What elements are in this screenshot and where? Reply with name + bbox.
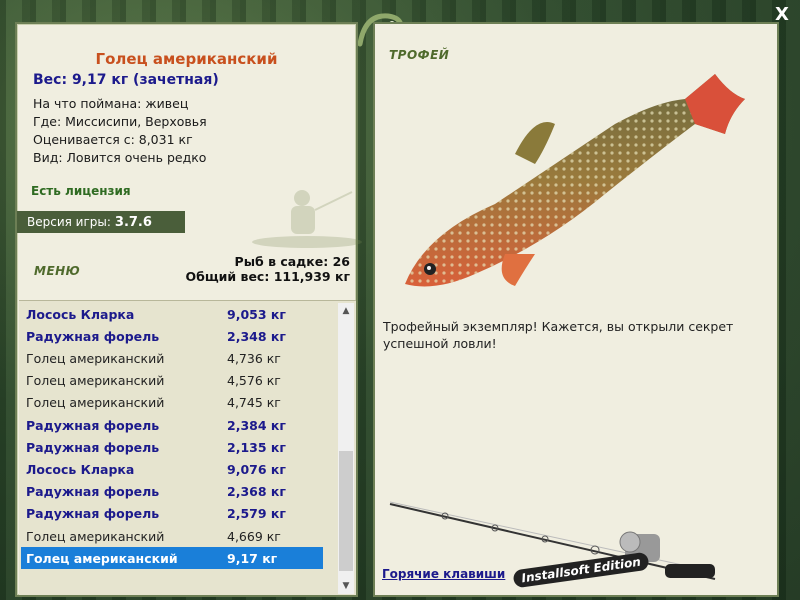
row-fish-name: Голец американский [26, 373, 165, 389]
row-fish-weight: 2,579 кг [227, 506, 286, 522]
table-row[interactable]: Лосось Кларка 9,053 кг [21, 303, 323, 325]
row-fish-name: Голец американский [26, 395, 165, 411]
row-fish-weight: 2,135 кг [227, 439, 286, 455]
fish-info-panel: Голец американский Вес: 9,17 кг (зачетна… [15, 22, 362, 597]
row-fish-name: Лосось Кларка [26, 461, 135, 477]
table-row[interactable]: Лосось Кларка 9,076 кг [21, 458, 323, 480]
row-fish-weight: 2,368 кг [227, 484, 286, 500]
row-fish-weight: 4,736 кг [227, 350, 281, 366]
fish-location: Где: Миссисипи, Верховья [33, 114, 207, 129]
row-fish-name: Радужная форель [26, 328, 160, 344]
row-fish-name: Радужная форель [26, 439, 160, 455]
fish-valuation: Оценивается с: 8,031 кг [33, 132, 193, 147]
scroll-down-icon[interactable]: ▼ [338, 578, 354, 594]
trophy-panel: ТРОФЕЙ Трофейный экземпляр! Кажется, вы … [373, 22, 779, 597]
fish-title: Голец американский [95, 50, 278, 68]
row-fish-weight: 4,745 кг [227, 395, 281, 411]
row-fish-weight: 9,076 кг [227, 461, 286, 477]
row-fish-name: Голец американский [26, 528, 165, 544]
version-value: 3.7.6 [114, 214, 152, 230]
table-row[interactable]: Радужная форель 2,135 кг [21, 436, 323, 458]
scroll-up-icon[interactable]: ▲ [338, 303, 354, 319]
fish-weight: Вес: 9,17 кг (зачетная) [33, 72, 219, 88]
row-fish-weight: 4,576 кг [227, 373, 281, 389]
trophy-message: Трофейный экземпляр! Кажется, вы открыли… [383, 319, 734, 351]
menu-button[interactable]: МЕНЮ [34, 264, 80, 278]
row-fish-name: Голец американский [26, 350, 165, 366]
row-fish-weight: 9,053 кг [227, 306, 286, 322]
table-row-selected[interactable]: Голец американский 9,17 кг [21, 547, 323, 570]
fisherman-silhouette-icon [252, 190, 362, 248]
row-fish-name: Лосось Кларка [26, 306, 135, 322]
fish-rarity: Вид: Ловится очень редко [33, 150, 207, 165]
row-fish-name: Голец американский [26, 550, 178, 566]
list-scrollbar[interactable]: ▲ ▼ [338, 303, 354, 594]
table-row[interactable]: Голец американский 4,736 кг [21, 347, 323, 369]
row-fish-weight: 2,384 кг [227, 417, 286, 433]
license-status: Есть лицензия [31, 184, 131, 198]
fish-count: Рыб в садке: 26 [234, 254, 350, 269]
row-fish-name: Радужная форель [26, 506, 160, 522]
row-fish-name: Радужная форель [26, 417, 160, 433]
fish-bait: На что поймана: живец [33, 96, 189, 111]
catch-list[interactable]: Лосось Кларка 9,053 кг Радужная форель 2,34… [19, 300, 356, 595]
table-row[interactable]: Голец американский 4,576 кг [21, 370, 323, 392]
row-fish-weight: 2,348 кг [227, 328, 286, 344]
hotkeys-link[interactable]: Горячие клавиши [382, 567, 505, 581]
table-row[interactable]: Радужная форель 2,384 кг [21, 414, 323, 436]
table-row[interactable]: Радужная форель 2,579 кг [21, 503, 323, 525]
table-row[interactable]: Радужная форель 2,368 кг [21, 481, 323, 503]
row-fish-weight: 4,669 кг [227, 528, 281, 544]
table-row[interactable]: Голец американский 4,669 кг [21, 525, 323, 547]
total-weight: Общий вес: 111,939 кг [185, 269, 351, 284]
table-row[interactable]: Голец американский 4,745 кг [21, 392, 323, 414]
trout-image [405, 74, 745, 287]
version-bar: Версия игры: 3.7.6 [17, 211, 185, 233]
catch-stats: Рыб в садке: 26 Общий вес: 111,939 кг [186, 254, 351, 284]
row-fish-weight: 9,17 кг [227, 550, 278, 566]
row-fish-name: Радужная форель [26, 484, 160, 500]
table-row[interactable]: Радужная форель 2,348 кг [21, 325, 323, 347]
scroll-thumb[interactable] [339, 451, 353, 571]
version-label: Версия игры: [27, 215, 111, 229]
